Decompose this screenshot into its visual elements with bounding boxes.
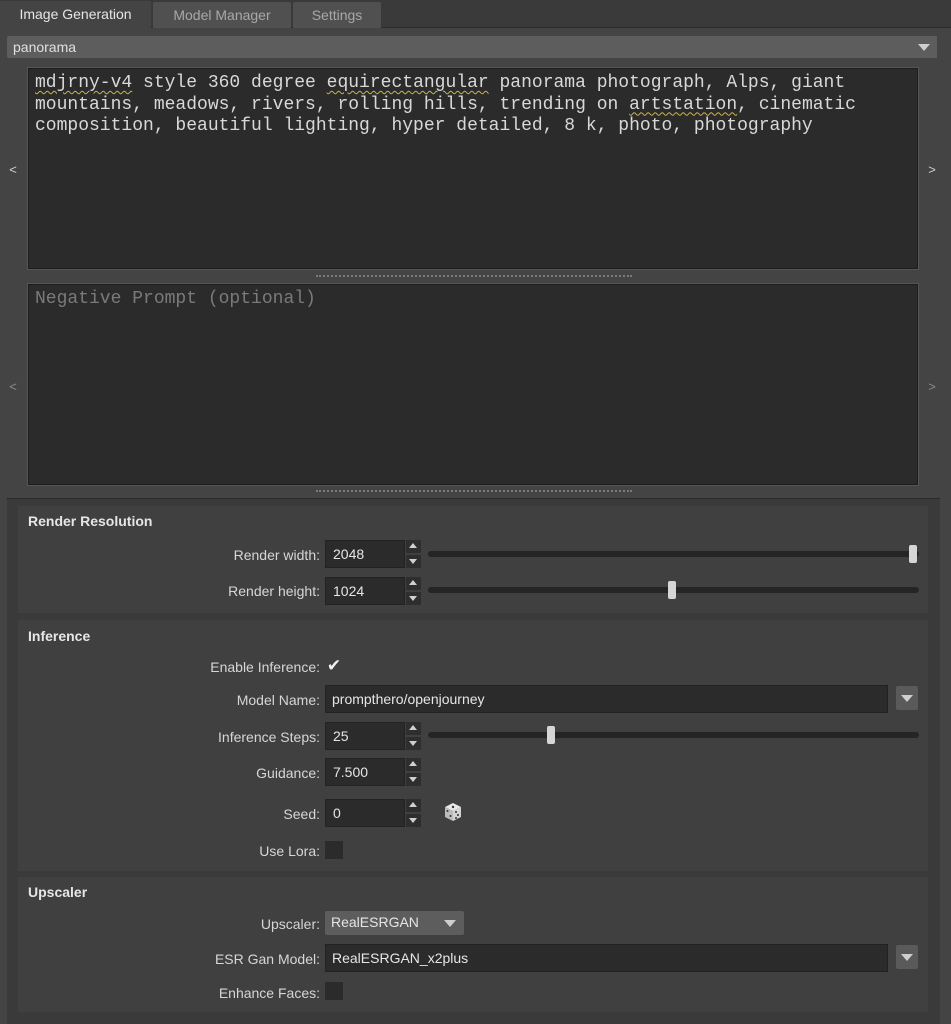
- preset-value: panorama: [13, 39, 77, 55]
- negative-prompt-textarea[interactable]: Negative Prompt (optional): [27, 283, 919, 486]
- negative-prompt-prev-button[interactable]: <: [3, 379, 23, 394]
- inference-group: [18, 620, 928, 871]
- prompt-resize-handle[interactable]: [316, 275, 632, 279]
- guidance-input[interactable]: 7.500: [325, 758, 405, 786]
- enhance-faces-checkbox[interactable]: [325, 982, 343, 1000]
- model-name-input[interactable]: prompthero/openjourney: [325, 685, 888, 713]
- esrgan-model-label: ESR Gan Model:: [214, 951, 320, 967]
- preset-dropdown[interactable]: panorama: [7, 36, 937, 58]
- model-name-dropdown-button[interactable]: [896, 686, 918, 710]
- render-height-slider-handle[interactable]: [667, 581, 676, 599]
- render-width-slider[interactable]: [428, 551, 919, 557]
- inference-steps-spinner[interactable]: [406, 722, 421, 750]
- dice-icon[interactable]: [443, 802, 463, 822]
- chevron-down-icon: [901, 954, 913, 961]
- chevron-down-icon[interactable]: [911, 36, 937, 58]
- render-resolution-group: [18, 506, 928, 613]
- chevron-down-icon: [444, 920, 456, 927]
- inference-steps-input[interactable]: 25: [325, 722, 405, 750]
- enable-inference-checkbox[interactable]: ✔: [325, 657, 343, 675]
- tab-settings[interactable]: Settings: [293, 2, 381, 28]
- increment-icon[interactable]: [406, 799, 421, 812]
- chevron-down-icon: [901, 695, 913, 702]
- inference-steps-slider[interactable]: [428, 732, 919, 738]
- upscaler-label: Upscaler:: [260, 916, 320, 932]
- tab-image-generation[interactable]: Image Generation: [0, 1, 151, 29]
- inference-title: Inference: [28, 628, 91, 644]
- decrement-icon[interactable]: [406, 555, 421, 568]
- model-name-label: Model Name:: [236, 692, 320, 708]
- decrement-icon[interactable]: [406, 737, 421, 750]
- increment-icon[interactable]: [406, 722, 421, 735]
- increment-icon[interactable]: [406, 577, 421, 590]
- negative-prompt-resize-handle[interactable]: [316, 490, 632, 494]
- render-height-spinner[interactable]: [406, 577, 421, 605]
- inference-steps-label: Inference Steps:: [218, 729, 320, 745]
- decrement-icon[interactable]: [406, 773, 421, 786]
- prompt-next-button[interactable]: >: [922, 162, 942, 177]
- prompt-text-segment: mdjrny-v4: [35, 73, 133, 93]
- increment-icon[interactable]: [406, 758, 421, 771]
- esrgan-model-input[interactable]: RealESRGAN_x2plus: [325, 944, 888, 972]
- prompt-prev-button[interactable]: <: [3, 162, 23, 177]
- upscaler-value: RealESRGAN: [331, 914, 419, 930]
- use-lora-checkbox[interactable]: [325, 841, 343, 859]
- negative-prompt-next-button[interactable]: >: [922, 379, 942, 394]
- seed-spinner[interactable]: [406, 799, 421, 827]
- guidance-label: Guidance:: [256, 765, 320, 781]
- enable-inference-label: Enable Inference:: [210, 659, 320, 675]
- decrement-icon[interactable]: [406, 592, 421, 605]
- prompt-text-segment: artstation: [629, 94, 738, 115]
- tab-bar: Image Generation Model Manager Settings: [0, 0, 951, 29]
- render-width-label: Render width:: [233, 547, 320, 563]
- render-width-slider-handle[interactable]: [909, 545, 917, 563]
- use-lora-label: Use Lora:: [259, 843, 320, 859]
- prompt-text-segment: style 360 degree: [132, 73, 327, 93]
- esrgan-model-dropdown-button[interactable]: [896, 945, 918, 969]
- render-resolution-title: Render Resolution: [28, 513, 153, 529]
- upscaler-title: Upscaler: [28, 884, 88, 900]
- seed-input[interactable]: 0: [325, 799, 405, 827]
- upscaler-dropdown[interactable]: RealESRGAN: [325, 911, 464, 935]
- render-height-input[interactable]: 1024: [325, 577, 405, 605]
- render-width-spinner[interactable]: [406, 540, 421, 568]
- decrement-icon[interactable]: [406, 814, 421, 827]
- inference-steps-slider-handle[interactable]: [546, 726, 555, 744]
- tab-model-manager[interactable]: Model Manager: [153, 2, 291, 28]
- seed-label: Seed:: [283, 806, 320, 822]
- render-width-input[interactable]: 2048: [325, 540, 405, 568]
- prompt-textarea[interactable]: mdjrny-v4 style 360 degree equirectangul…: [27, 67, 919, 270]
- increment-icon[interactable]: [406, 540, 421, 553]
- enhance-faces-label: Enhance Faces:: [218, 985, 320, 1001]
- render-height-label: Render height:: [228, 583, 320, 599]
- guidance-spinner[interactable]: [406, 758, 421, 786]
- prompt-text-segment: equirectangular: [326, 73, 489, 93]
